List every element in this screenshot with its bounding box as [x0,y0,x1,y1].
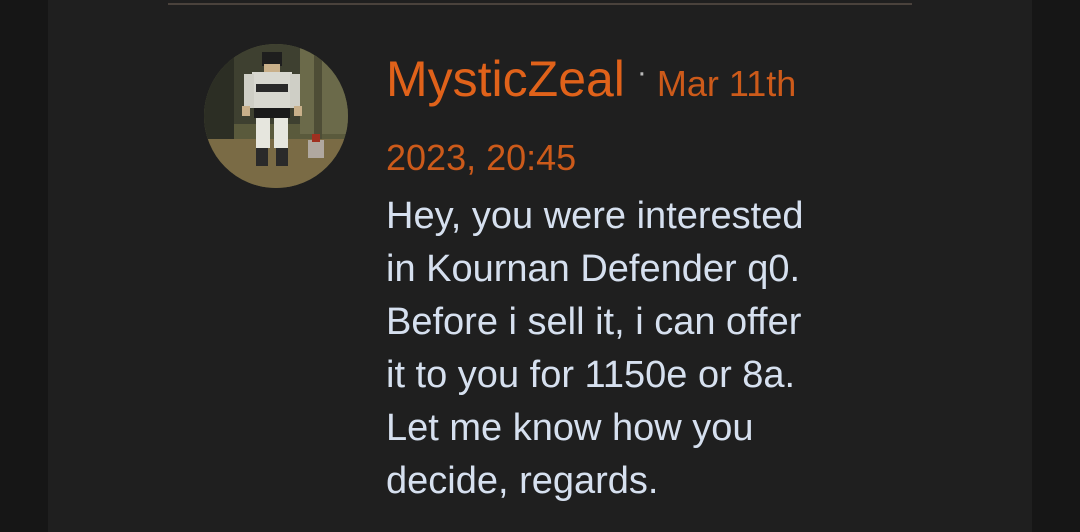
message-line: Before i sell it, i can offer [386,301,802,343]
divider [168,3,912,5]
message-line: decide, regards. [386,460,659,502]
post-time: 2023, 20:45 [386,137,577,178]
author-name[interactable]: MysticZeal [386,51,625,107]
message-line: Let me know how you [386,407,754,449]
message-body: Hey, you were interested in Kournan Defe… [386,190,906,508]
avatar[interactable] [204,44,348,188]
separator-dot: · [636,56,647,89]
message-line: Hey, you were interested [386,195,804,237]
post-date: Mar 11th [656,63,797,104]
message-line: in Kournan Defender q0. [386,248,801,290]
post-header: MysticZeal · Mar 11th [386,44,946,114]
message-line: it to you for 1150e or 8a. [386,354,796,396]
